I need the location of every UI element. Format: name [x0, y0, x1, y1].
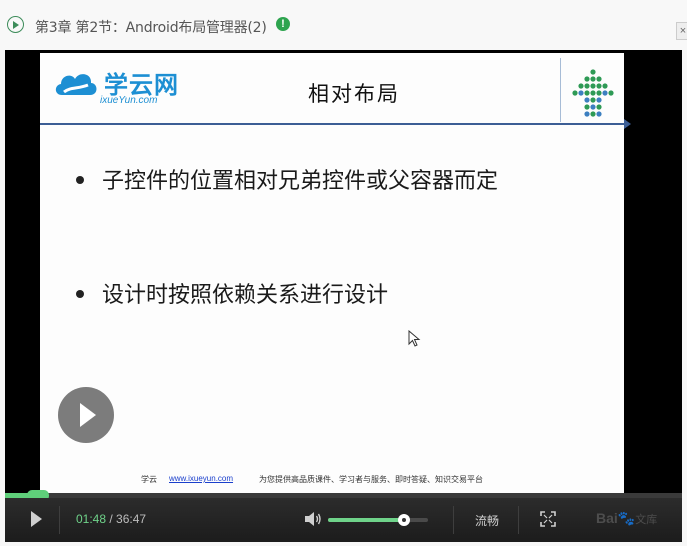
watermark-text: Bai [596, 510, 618, 526]
divider [560, 58, 561, 122]
cloud-logo-icon [55, 74, 97, 95]
watermark-sub: 文库 [635, 514, 658, 526]
title-underline [40, 123, 626, 125]
baidu-watermark: Bai🐾文库 [596, 510, 657, 527]
footer-brand: 学云 [141, 475, 157, 484]
current-time: 01:48 [76, 512, 107, 526]
video-header: 第3章 第2节：Android布局管理器(2) ! × [0, 0, 687, 50]
bullet-text: 设计时按照依赖关系进行设计 [102, 283, 389, 308]
quality-selector[interactable]: 流畅 [475, 512, 499, 529]
bullet-dot-icon [76, 290, 84, 298]
paw-icon: 🐾 [617, 510, 636, 526]
time-separator: / [106, 512, 117, 526]
big-play-icon[interactable] [58, 387, 114, 443]
volume-handle[interactable] [398, 514, 410, 526]
bullet-text: 子控件的位置相对兄弟控件或父容器而定 [102, 169, 499, 194]
underline-arrow-icon [624, 119, 631, 129]
volume-icon[interactable] [304, 511, 322, 527]
total-time: 36:47 [116, 512, 147, 526]
bullet-dot-icon [76, 176, 84, 184]
collapse-icon[interactable]: × [676, 22, 687, 40]
slide-frame: 学云网 ixueYun.com 相对布局 子控件的位置相对兄弟控件或父容器而定 … [40, 53, 631, 493]
bullet-item: 子控件的位置相对兄弟控件或父容器而定 [76, 163, 498, 195]
fullscreen-icon[interactable] [540, 511, 556, 527]
video-player[interactable]: 学云网 ixueYun.com 相对布局 子控件的位置相对兄弟控件或父容器而定 … [5, 50, 682, 542]
logo: 学云网 ixueYun.com [52, 63, 192, 108]
mouse-cursor-icon [408, 330, 421, 347]
time-display: 01:48 / 36:47 [76, 512, 146, 526]
separator [59, 506, 60, 534]
separator [518, 506, 519, 534]
video-title: 第3章 第2节：Android布局管理器(2) [35, 20, 267, 36]
play-icon[interactable] [31, 511, 43, 527]
bullet-item: 设计时按照依赖关系进行设计 [76, 277, 388, 309]
footer-link[interactable]: www.ixueyun.com [169, 474, 233, 483]
separator [453, 506, 454, 534]
footer-slogan: 为您提供高品质课件、学习者与服务、即时答疑、知识交易平台 [259, 475, 483, 484]
logo-url: ixueYun.com [100, 95, 158, 106]
slide-title: 相对布局 [308, 82, 400, 106]
dots-arrow-icon [572, 69, 614, 117]
play-circle-icon[interactable] [7, 16, 24, 33]
volume-slider[interactable] [328, 514, 428, 526]
volume-fill [328, 518, 404, 522]
control-bar: 01:48 / 36:47 流畅 Bai🐾文库 [5, 498, 682, 542]
alert-badge-icon[interactable]: ! [276, 17, 290, 31]
